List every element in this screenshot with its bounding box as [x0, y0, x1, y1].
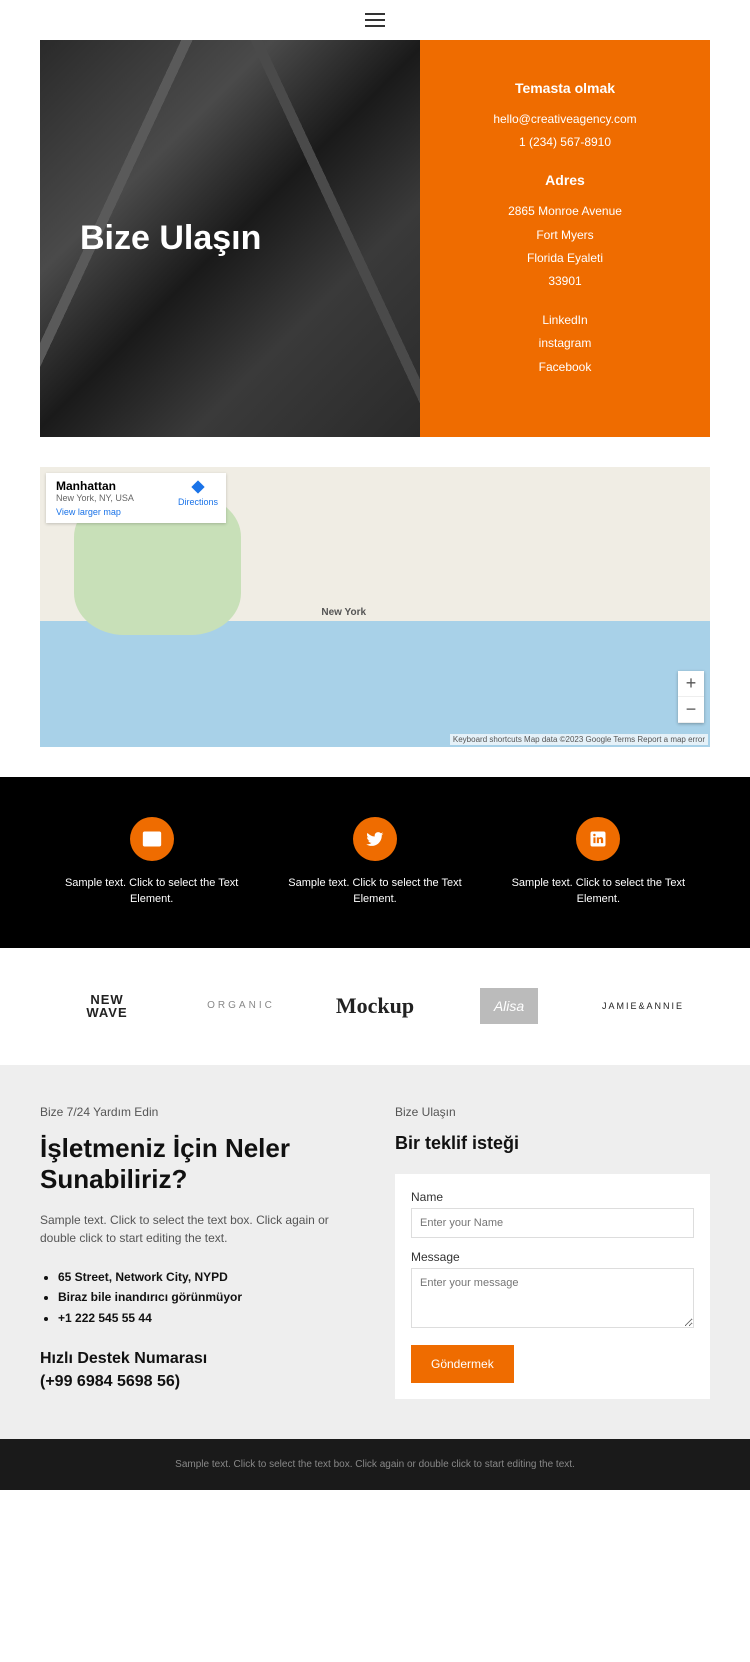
footer: Sample text. Click to select the text bo…	[0, 1439, 750, 1490]
contact-form: Name Message Göndermek	[395, 1174, 710, 1399]
list-item: Biraz bile inandırıcı görünmüyor	[58, 1287, 355, 1307]
map[interactable]: New York Manhattan New York, NY, USA Vie…	[40, 467, 710, 747]
social-link-instagram[interactable]: instagram	[440, 334, 690, 353]
address-line: 2865 Monroe Avenue	[440, 202, 690, 221]
social-link-linkedin[interactable]: LinkedIn	[440, 311, 690, 330]
form-right-column: Bize Ulaşın Bir teklif isteği Name Messa…	[395, 1105, 710, 1399]
logo-jamie: JAMIE&ANNIE	[576, 1001, 710, 1011]
submit-button[interactable]: Göndermek	[411, 1345, 514, 1383]
offer-description[interactable]: Sample text. Click to select the text bo…	[40, 1211, 355, 1247]
map-info-overlay: Manhattan New York, NY, USA View larger …	[46, 473, 226, 523]
address-line: 33901	[440, 272, 690, 291]
offer-heading: İşletmeniz İçin Neler Sunabiliriz?	[40, 1133, 355, 1195]
address-line: Florida Eyaleti	[440, 249, 690, 268]
logos-section: NEWWAVE ORGANIC Mockup Alisa JAMIE&ANNIE	[0, 948, 750, 1065]
contact-subheading: Bize Ulaşın	[395, 1105, 710, 1119]
name-input[interactable]	[411, 1208, 694, 1238]
youtube-icon[interactable]	[130, 817, 174, 861]
map-city-label: New York	[321, 607, 366, 618]
social-section: Sample text. Click to select the Text El…	[0, 777, 750, 948]
social-item-twitter: Sample text. Click to select the Text El…	[263, 817, 486, 908]
social-item-youtube: Sample text. Click to select the Text El…	[40, 817, 263, 908]
contact-heading: Temasta olmak	[440, 80, 690, 96]
help-subheading: Bize 7/24 Yardım Edin	[40, 1105, 355, 1119]
social-text[interactable]: Sample text. Click to select the Text El…	[50, 875, 253, 908]
twitter-icon[interactable]	[353, 817, 397, 861]
form-section: Bize 7/24 Yardım Edin İşletmeniz İçin Ne…	[0, 1065, 750, 1439]
hamburger-menu-icon[interactable]	[365, 13, 385, 27]
map-zoom-controls: + −	[678, 671, 704, 723]
contact-card: Temasta olmak hello@creativeagency.com 1…	[420, 40, 710, 437]
map-attribution: Keyboard shortcuts Map data ©2023 Google…	[450, 734, 708, 745]
message-label: Message	[411, 1250, 694, 1264]
social-text[interactable]: Sample text. Click to select the Text El…	[273, 875, 476, 908]
hero-image: Bize Ulaşın	[40, 40, 420, 437]
linkedin-icon[interactable]	[576, 817, 620, 861]
header	[0, 0, 750, 40]
directions-button[interactable]: Directions	[178, 479, 218, 507]
footer-text[interactable]: Sample text. Click to select the text bo…	[18, 1457, 732, 1472]
message-input[interactable]	[411, 1268, 694, 1328]
social-text[interactable]: Sample text. Click to select the Text El…	[497, 875, 700, 908]
contact-phone[interactable]: 1 (234) 567-8910	[440, 133, 690, 152]
logo-mockup: Mockup	[308, 993, 442, 1019]
map-section: New York Manhattan New York, NY, USA Vie…	[0, 467, 750, 777]
list-item: +1 222 545 55 44	[58, 1308, 355, 1328]
logo-newwave: NEWWAVE	[40, 993, 174, 1019]
address-list: 65 Street, Network City, NYPD Biraz bile…	[40, 1267, 355, 1328]
form-left-column: Bize 7/24 Yardım Edin İşletmeniz İçin Ne…	[40, 1105, 355, 1399]
address-line: Fort Myers	[440, 226, 690, 245]
logo-alisa: Alisa	[442, 988, 576, 1024]
directions-icon	[190, 479, 206, 495]
address-heading: Adres	[440, 172, 690, 188]
hero-section: Bize Ulaşın Temasta olmak hello@creative…	[0, 40, 750, 467]
zoom-in-button[interactable]: +	[678, 671, 704, 697]
social-link-facebook[interactable]: Facebook	[440, 358, 690, 377]
contact-email[interactable]: hello@creativeagency.com	[440, 110, 690, 129]
list-item: 65 Street, Network City, NYPD	[58, 1267, 355, 1287]
support-heading: Hızlı Destek Numarası (+99 6984 5698 56)	[40, 1348, 355, 1393]
name-label: Name	[411, 1190, 694, 1204]
social-item-linkedin: Sample text. Click to select the Text El…	[487, 817, 710, 908]
hero-title: Bize Ulaşın	[40, 219, 261, 258]
zoom-out-button[interactable]: −	[678, 697, 704, 723]
quote-heading: Bir teklif isteği	[395, 1133, 710, 1154]
logo-organic: ORGANIC	[174, 1000, 308, 1011]
view-larger-map-link[interactable]: View larger map	[56, 507, 216, 517]
